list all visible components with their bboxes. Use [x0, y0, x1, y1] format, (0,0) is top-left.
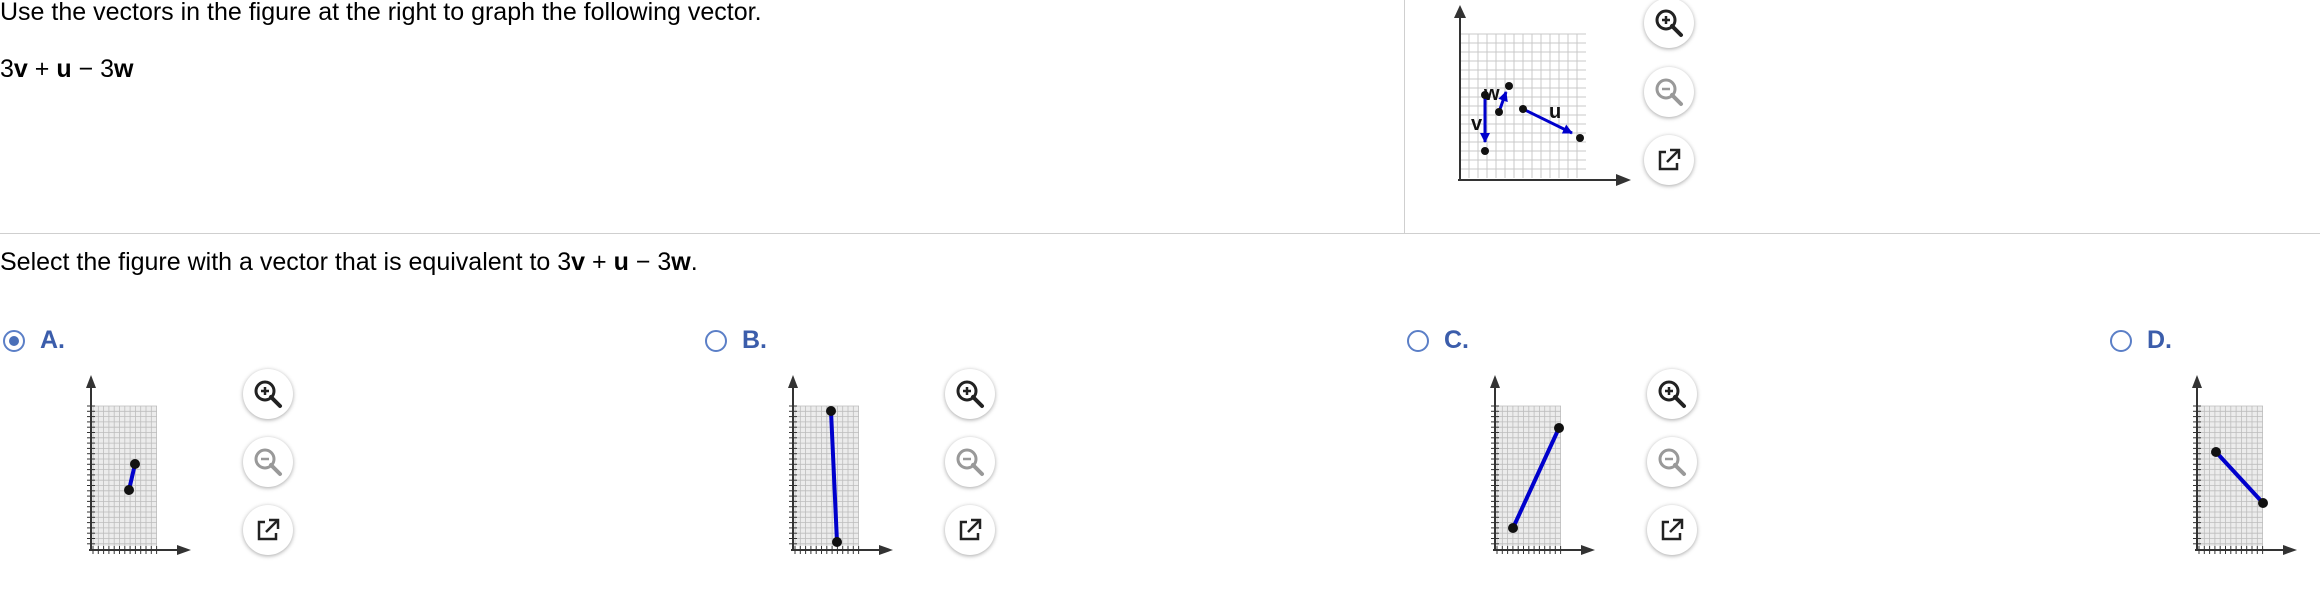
option-b-zoom-in-button[interactable]: [945, 369, 995, 419]
option-c-open-new-window-button[interactable]: [1647, 505, 1697, 555]
external-link-icon: [257, 518, 280, 541]
external-link-icon: [1658, 148, 1681, 171]
reference-open-new-window-button[interactable]: [1644, 135, 1694, 185]
option-a-label[interactable]: A.: [40, 326, 65, 355]
vector-u-tail: [1519, 105, 1527, 113]
vector-v-head: [1481, 147, 1489, 155]
zoom-in-icon: [1655, 9, 1683, 37]
horizontal-divider: [0, 233, 2320, 234]
option-grid: [92, 405, 157, 546]
zoom-out-icon: [1658, 448, 1686, 476]
option-b-open-new-window-button[interactable]: [945, 505, 995, 555]
zoom-in-icon: [956, 380, 984, 408]
option-grid: [794, 405, 859, 546]
option-c-label[interactable]: C.: [1444, 326, 1469, 355]
external-link-icon: [959, 518, 982, 541]
option-b-endpoint: [826, 406, 836, 416]
zoom-out-icon: [254, 448, 282, 476]
reference-graph: w v u: [1454, 5, 1631, 186]
option-b-radio[interactable]: [705, 330, 727, 352]
option-grid: [2198, 405, 2263, 546]
reference-axes: [1454, 5, 1631, 186]
zoom-out-icon: [1655, 78, 1683, 106]
external-link-icon: [1661, 518, 1684, 541]
option-c-zoom-in-button[interactable]: [1647, 369, 1697, 419]
prompt-text: Select the figure with a vector that is …: [0, 248, 698, 276]
option-c-endpoint: [1554, 423, 1564, 433]
option-grid: [1496, 405, 1561, 546]
option-c-zoom-out-button[interactable]: [1647, 437, 1697, 487]
vector-w-head: [1505, 82, 1513, 90]
option-c-radio[interactable]: [1407, 330, 1429, 352]
vector-u: [1522, 107, 1573, 135]
reference-zoom-out-button[interactable]: [1644, 67, 1694, 117]
option-b-label[interactable]: B.: [742, 326, 767, 355]
option-b-graph: [788, 375, 893, 555]
option-b-zoom-out-button[interactable]: [945, 437, 995, 487]
reference-zoom-in-button[interactable]: [1644, 0, 1694, 48]
option-c-endpoint: [1508, 523, 1518, 533]
expression-text: 3v + u − 3w: [0, 55, 134, 83]
label-w: w: [1483, 83, 1500, 105]
option-a-graph: [86, 375, 191, 555]
option-a-zoom-in-button[interactable]: [243, 369, 293, 419]
option-a-endpoint: [130, 459, 140, 469]
label-v: v: [1471, 113, 1483, 135]
option-b-endpoint: [832, 537, 842, 547]
option-d-radio[interactable]: [2110, 330, 2132, 352]
option-c-graph: [1490, 375, 1595, 555]
option-d-endpoint: [2258, 498, 2268, 508]
vector-w-tail: [1495, 108, 1503, 116]
vertical-divider: [1404, 0, 1405, 233]
option-a-endpoint: [124, 485, 134, 495]
vector-u-head: [1576, 134, 1584, 142]
option-a-radio[interactable]: [3, 330, 25, 352]
option-d-endpoint: [2211, 447, 2221, 457]
option-a-open-new-window-button[interactable]: [243, 505, 293, 555]
label-u: u: [1549, 101, 1561, 123]
option-a-zoom-out-button[interactable]: [243, 437, 293, 487]
option-d-label[interactable]: D.: [2147, 326, 2172, 355]
option-d-graph: [2192, 375, 2297, 555]
zoom-in-icon: [1658, 380, 1686, 408]
zoom-out-icon: [956, 448, 984, 476]
instruction-text: Use the vectors in the figure at the rig…: [0, 0, 762, 26]
zoom-in-icon: [254, 380, 282, 408]
